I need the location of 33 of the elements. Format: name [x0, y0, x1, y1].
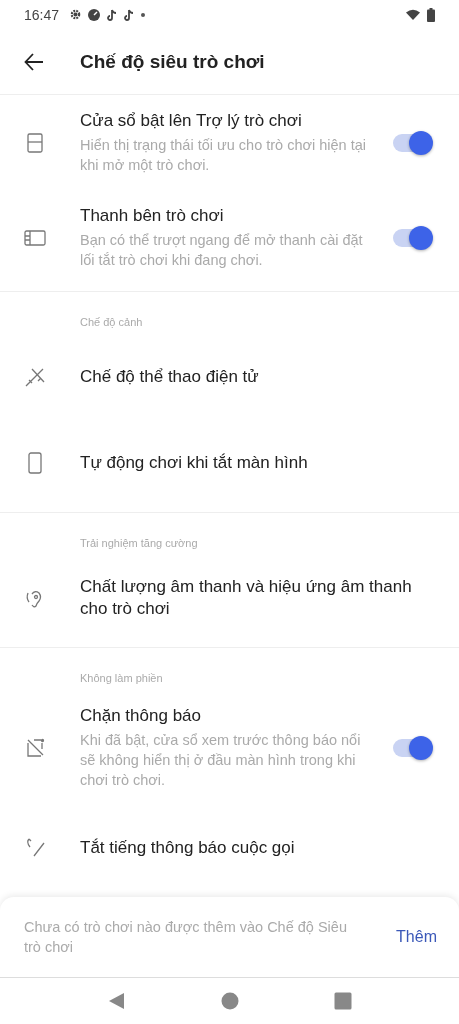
setting-title[interactable]: Tự động chơi khi tắt màn hình — [80, 452, 415, 475]
page-title: Chế độ siêu trò chơi — [80, 50, 265, 73]
toggle-switch[interactable] — [393, 133, 431, 152]
crossed-swords-icon — [24, 366, 46, 389]
toggle-switch[interactable] — [393, 228, 431, 247]
setting-title[interactable]: Chặn thông báo — [80, 705, 373, 728]
setting-title[interactable]: Thanh bên trò chơi — [80, 205, 373, 228]
dot-icon — [141, 12, 146, 17]
speedometer-icon — [88, 8, 101, 21]
setting-title[interactable]: Tắt tiếng thông báo cuộc gọi — [80, 837, 415, 860]
toggle-switch[interactable] — [393, 738, 431, 757]
recents-icon[interactable] — [333, 991, 352, 1010]
battery-icon — [427, 7, 435, 22]
setting-description: Khi đã bật, cửa sổ xem trước thông báo nổi sẽ không hiển thị ở đầu màn hình trong khi chơi trò chơi. — [80, 731, 362, 791]
setting-title[interactable]: Cửa sổ bật lên Trợ lý trò chơi — [80, 110, 373, 133]
music-note-icon — [124, 8, 135, 21]
wifi-icon — [406, 9, 420, 21]
setting-title[interactable]: Chế độ thể thao điện tử — [80, 366, 415, 389]
window-icon — [24, 131, 46, 154]
section-heading: Chế độ cảnh — [79, 315, 144, 331]
empty-games-message: Chưa có trò chơi nào được thêm vào Chế độ Siêu trò chơi — [24, 918, 348, 958]
add-button[interactable]: Thêm — [396, 924, 437, 951]
home-icon[interactable] — [220, 991, 239, 1010]
section-heading: Trải nghiệm tăng cường — [79, 536, 199, 552]
setting-description: Hiển thị trạng thái tối ưu cho trò chơi hiện tại khi mở một trò chơi. — [80, 136, 367, 176]
music-note-icon — [107, 8, 118, 21]
status-time: 16:47 — [24, 6, 60, 23]
setting-title[interactable]: Chất lượng âm thanh và hiệu ứng âm thanh cho trò chơi — [80, 576, 415, 621]
setting-description: Bạn có thể trượt ngang để mở thanh cài đặt lối tắt trò chơi khi đang chơi. — [80, 231, 364, 271]
section-heading: Không làm phiền — [79, 671, 164, 687]
notification-off-icon — [24, 736, 46, 759]
back-arrow-icon[interactable] — [24, 52, 44, 71]
back-icon[interactable] — [107, 991, 126, 1010]
